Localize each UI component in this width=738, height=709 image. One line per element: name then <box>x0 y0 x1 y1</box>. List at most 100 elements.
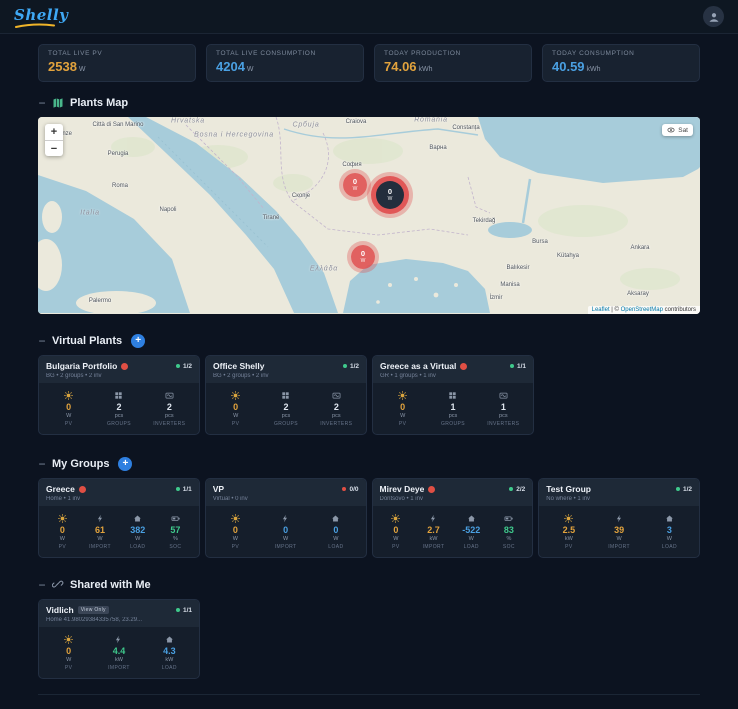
leaflet-link[interactable]: Leaflet <box>592 307 610 313</box>
marker-value: 0 <box>387 187 393 197</box>
plant-subtitle: GR • 1 groups • 1 inv <box>380 373 436 379</box>
sun-icon <box>391 514 400 523</box>
card-stats: 0 W PV 2.7 kW IMPORT -522 W LOAD 83 % SO… <box>373 506 533 557</box>
add-group-button[interactable]: + <box>118 457 133 471</box>
status-dot <box>342 364 347 368</box>
map-city-label: Città di San Marino <box>92 122 144 128</box>
marker-unit: W <box>352 185 358 192</box>
stat-load: 382 W LOAD <box>120 514 155 550</box>
map-region-label: România <box>414 117 448 124</box>
stat-groups: 2 pcs GROUPS <box>95 391 142 427</box>
marker-value: 0 <box>352 177 358 187</box>
group-subtitle: Home • 1 inv <box>46 496 81 502</box>
card-header: Bulgaria Portfolio 1/2 BG • 2 groups • 2… <box>39 356 199 383</box>
add-virtual-plant-button[interactable]: + <box>131 334 146 348</box>
my-groups-section-header: − My Groups + <box>38 457 700 471</box>
map-plant-marker[interactable]: 0 W <box>351 245 375 269</box>
stat-load: 0 W LOAD <box>312 514 359 550</box>
virtual-plant-card[interactable]: Greece as a Virtual 1/1 GR • 1 groups • … <box>372 355 534 435</box>
map-city-label: Craiova <box>345 119 367 125</box>
home-icon <box>331 514 340 523</box>
inverter-icon <box>165 391 174 400</box>
attribution-suffix: contributors <box>662 307 696 313</box>
virtual-plant-card[interactable]: Bulgaria Portfolio 1/2 BG • 2 groups • 2… <box>38 355 200 435</box>
user-avatar-button[interactable] <box>703 6 724 27</box>
section-title: Shared with Me <box>70 579 151 591</box>
stat-card-today-production: TODAY PRODUCTION 74.06 kWh <box>374 44 532 82</box>
status-dot <box>175 364 180 368</box>
collapse-toggle[interactable]: − <box>38 578 46 592</box>
stat-card-total-live-consumption: TOTAL LIVE CONSUMPTION 4204 W <box>206 44 364 82</box>
group-card[interactable]: Mirev Deye 2/2 Dontsovo • 1 inv 0 W PV 2… <box>371 478 534 558</box>
group-name: Greece <box>46 484 75 494</box>
stat-unit: W <box>78 66 86 73</box>
collapse-toggle[interactable]: − <box>38 96 46 110</box>
stat-value: 4204 W <box>216 59 254 74</box>
card-header: Greece 1/1 Home • 1 inv <box>39 479 199 506</box>
map-city-label: Constanța <box>452 125 480 131</box>
online-status: 1/1 <box>509 363 526 370</box>
card-stats: 0 W PV 2 pcs GROUPS 2 pcs INVERTERS <box>39 383 199 434</box>
group-name: Mirev Deye <box>379 484 425 494</box>
battery-icon <box>504 514 513 523</box>
map-city-label: Варна <box>429 145 447 151</box>
group-subtitle: Virtual • 0 inv <box>212 496 248 502</box>
openstreetmap-link[interactable]: OpenStreetMap <box>621 307 663 313</box>
stat-unit: W <box>246 66 254 73</box>
stat-inverters: 2 pcs INVERTERS <box>313 391 360 427</box>
group-subtitle: Dontsovo • 1 inv <box>379 496 423 502</box>
zoom-in-button[interactable]: + <box>45 124 63 140</box>
map-region-label: Ελλάδα <box>309 265 339 273</box>
stat-label: TODAY PRODUCTION <box>384 50 461 57</box>
shelly-logo[interactable]: Shelly <box>14 6 68 28</box>
zoom-out-button[interactable]: − <box>45 140 63 156</box>
stat-unit: kWh <box>418 66 433 73</box>
stat-import: 0 W IMPORT <box>262 514 309 550</box>
plants-map[interactable]: Città di San Marino Firenze Perugia Roma… <box>38 117 700 314</box>
stat-soc: 57 % SOC <box>158 514 193 550</box>
collapse-toggle[interactable]: − <box>38 457 46 471</box>
stat-load: 3 W LOAD <box>646 514 693 550</box>
stat-inverters: 1 pcs INVERTERS <box>480 391 527 427</box>
home-icon <box>133 514 142 523</box>
stat-import: 39 W IMPORT <box>596 514 643 550</box>
plant-name: Greece as a Virtual <box>380 361 457 371</box>
stat-import: 2.7 kW IMPORT <box>416 514 451 550</box>
map-region-label: Italia <box>80 209 100 217</box>
group-card[interactable]: Test Group 1/2 No where • 1 inv 2.5 kW P… <box>538 478 700 558</box>
map-layer-toggle-button[interactable]: Sat <box>662 124 693 136</box>
status-dot <box>175 608 180 612</box>
card-stats: 2.5 kW PV 39 W IMPORT 3 W LOAD <box>539 506 699 557</box>
stat-import: 4.4 kW IMPORT <box>95 635 142 671</box>
map-plant-marker[interactable]: 0 W <box>376 181 404 209</box>
map-region-label: Србија <box>292 121 320 129</box>
stat-soc: 83 % SOC <box>492 514 527 550</box>
map-city-label: İzmir <box>489 295 503 301</box>
collapse-toggle[interactable]: − <box>38 334 46 348</box>
stat-pv: 0 W PV <box>45 635 92 671</box>
shared-row: Vidlich View Only 1/1 Home 41.9802938433… <box>38 599 700 679</box>
virtual-plant-card[interactable]: Office Shelly 1/2 BG • 2 groups • 2 inv … <box>205 355 367 435</box>
bolt-icon <box>96 514 105 523</box>
bolt-icon <box>114 635 123 644</box>
group-name: Test Group <box>546 484 591 494</box>
stat-label: TODAY CONSUMPTION <box>552 50 635 57</box>
marker-value: 0 <box>360 249 366 259</box>
map-city-label: Roma <box>111 183 129 189</box>
card-stats: 0 W PV 2 pcs GROUPS 2 pcs INVERTERS <box>206 383 366 434</box>
eye-icon <box>667 126 675 134</box>
link-icon <box>52 579 64 591</box>
virtual-plants-row: Bulgaria Portfolio 1/2 BG • 2 groups • 2… <box>38 355 700 435</box>
group-subtitle: No where • 1 inv <box>546 496 591 502</box>
map-city-label: Ankara <box>630 245 650 251</box>
online-status: 1/2 <box>342 363 359 370</box>
summary-stats-row: TOTAL LIVE PV 2538 W TOTAL LIVE CONSUMPTI… <box>38 44 700 82</box>
group-card[interactable]: Greece 1/1 Home • 1 inv 0 W PV 61 W IMPO… <box>38 478 200 558</box>
group-card[interactable]: VP 0/0 Virtual • 0 inv 0 W PV 0 W IMPORT <box>204 478 367 558</box>
online-status: 1/1 <box>175 486 192 493</box>
footer-divider <box>38 694 700 695</box>
map-plant-marker[interactable]: 0 W <box>343 173 367 197</box>
shared-section-header: − Shared with Me <box>38 578 700 592</box>
shared-plant-card[interactable]: Vidlich View Only 1/1 Home 41.9802938433… <box>38 599 200 679</box>
view-only-badge: View Only <box>77 606 109 614</box>
